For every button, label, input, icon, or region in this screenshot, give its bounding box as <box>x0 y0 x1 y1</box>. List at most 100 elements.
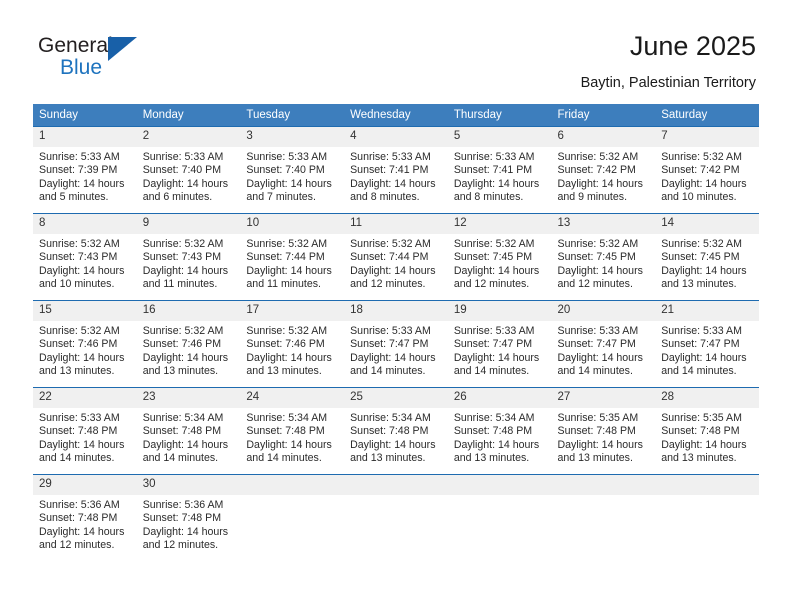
daylight-text-line2: and 13 minutes. <box>350 452 426 465</box>
day-details: Sunrise: 5:32 AM Sunset: 7:45 PM Daylight:… <box>552 234 656 292</box>
daylight-text-line1: Daylight: 14 hours <box>39 351 125 364</box>
sunrise-text: Sunrise: 5:33 AM <box>350 325 431 337</box>
daylight-text-line2: and 14 minutes. <box>142 452 219 465</box>
daylight-text-line2: and 13 minutes. <box>661 452 737 465</box>
weekday-header-row: Sunday Monday Tuesday Wednesday Thursday… <box>33 104 759 127</box>
day-details: Sunrise: 5:33 AM Sunset: 7:39 PM Daylight:… <box>33 147 137 205</box>
day-cell-inner: 12 Sunrise: 5:32 AM Sunset: 7:45 PM Dayligh… <box>447 214 552 300</box>
day-number: 18 <box>344 301 448 321</box>
calendar-day-cell[interactable]: 10 Sunrise: 5:32 AM Sunset: 7:44 PM Dayligh… <box>240 213 345 301</box>
calendar-day-cell[interactable]: 20 Sunrise: 5:33 AM Sunset: 7:47 PM Dayligh… <box>551 300 656 388</box>
daylight-text-line1: Daylight: 14 hours <box>39 525 125 538</box>
calendar-day-cell[interactable] <box>551 474 656 559</box>
calendar-day-cell[interactable]: 16 Sunrise: 5:32 AM Sunset: 7:46 PM Dayligh… <box>136 300 241 388</box>
day-cell-inner: 23 Sunrise: 5:34 AM Sunset: 7:48 PM Dayligh… <box>136 388 241 474</box>
day-cell-inner: 21 Sunrise: 5:33 AM Sunset: 7:47 PM Dayligh… <box>655 301 759 387</box>
daylight-text-line1: Daylight: 14 hours <box>453 264 540 277</box>
calendar-day-cell[interactable]: 29 Sunrise: 5:36 AM Sunset: 7:48 PM Dayligh… <box>33 474 137 559</box>
day-number: 20 <box>551 301 656 321</box>
sunrise-text: Sunrise: 5:33 AM <box>661 325 742 337</box>
day-number: 8 <box>33 214 137 234</box>
sunrise-text: Sunrise: 5:34 AM <box>142 412 224 424</box>
calendar-day-cell[interactable]: 18 Sunrise: 5:33 AM Sunset: 7:47 PM Dayligh… <box>344 300 448 388</box>
calendar-day-cell[interactable]: 5 Sunrise: 5:33 AM Sunset: 7:41 PM Daylight… <box>447 126 552 214</box>
day-cell-inner <box>344 475 448 559</box>
daylight-text-line2: and 6 minutes. <box>142 191 213 204</box>
day-cell-inner: 25 Sunrise: 5:34 AM Sunset: 7:48 PM Dayligh… <box>344 388 448 474</box>
calendar-day-cell[interactable]: 24 Sunrise: 5:34 AM Sunset: 7:48 PM Dayligh… <box>240 387 345 475</box>
calendar-day-cell[interactable]: 30 Sunrise: 5:36 AM Sunset: 7:48 PM Dayligh… <box>136 474 241 559</box>
day-details: Sunrise: 5:32 AM Sunset: 7:42 PM Daylight:… <box>655 147 759 205</box>
day-cell-inner <box>655 475 759 559</box>
calendar-day-cell[interactable]: 15 Sunrise: 5:32 AM Sunset: 7:46 PM Dayligh… <box>33 300 137 388</box>
day-details: Sunrise: 5:32 AM Sunset: 7:44 PM Daylight:… <box>344 234 448 292</box>
calendar-day-cell[interactable] <box>240 474 345 559</box>
day-details: Sunrise: 5:33 AM Sunset: 7:41 PM Daylight:… <box>448 147 552 205</box>
calendar-day-cell[interactable]: 7 Sunrise: 5:32 AM Sunset: 7:42 PM Daylight… <box>655 126 759 214</box>
day-cell-inner: 15 Sunrise: 5:32 AM Sunset: 7:46 PM Dayligh… <box>33 301 137 387</box>
calendar-day-cell[interactable] <box>447 474 552 559</box>
day-number <box>655 475 759 495</box>
sunrise-text: Sunrise: 5:32 AM <box>557 151 639 163</box>
day-number: 21 <box>655 301 759 321</box>
sunrise-text: Sunrise: 5:35 AM <box>661 412 742 424</box>
calendar-day-cell[interactable]: 4 Sunrise: 5:33 AM Sunset: 7:41 PM Daylight… <box>344 126 448 214</box>
sunset-text: Sunset: 7:48 PM <box>39 512 118 525</box>
daylight-text-line2: and 14 minutes. <box>39 452 115 465</box>
day-number: 9 <box>136 214 241 234</box>
calendar-day-cell[interactable]: 23 Sunrise: 5:34 AM Sunset: 7:48 PM Dayligh… <box>136 387 241 475</box>
sunset-text: Sunset: 7:41 PM <box>453 164 533 177</box>
weekday-header-friday: Friday <box>551 104 656 127</box>
calendar-table: Sunday Monday Tuesday Wednesday Thursday… <box>33 104 759 559</box>
calendar-day-cell[interactable]: 11 Sunrise: 5:32 AM Sunset: 7:44 PM Dayligh… <box>344 213 448 301</box>
calendar-day-cell[interactable]: 6 Sunrise: 5:32 AM Sunset: 7:42 PM Daylight… <box>551 126 656 214</box>
sunrise-text: Sunrise: 5:33 AM <box>39 412 120 424</box>
day-cell-inner: 28 Sunrise: 5:35 AM Sunset: 7:48 PM Dayligh… <box>655 388 759 474</box>
general-blue-logo[interactable]: General Blue <box>38 34 148 84</box>
calendar-day-cell[interactable]: 27 Sunrise: 5:35 AM Sunset: 7:48 PM Dayligh… <box>551 387 656 475</box>
daylight-text-line1: Daylight: 14 hours <box>142 525 229 538</box>
sunrise-text: Sunrise: 5:36 AM <box>39 499 120 511</box>
sunrise-text: Sunrise: 5:33 AM <box>557 325 639 337</box>
calendar-day-cell[interactable]: 21 Sunrise: 5:33 AM Sunset: 7:47 PM Dayligh… <box>655 300 759 388</box>
calendar-day-cell[interactable]: 12 Sunrise: 5:32 AM Sunset: 7:45 PM Dayligh… <box>447 213 552 301</box>
calendar-day-cell[interactable]: 28 Sunrise: 5:35 AM Sunset: 7:48 PM Dayligh… <box>655 387 759 475</box>
daylight-text-line1: Daylight: 14 hours <box>246 438 332 451</box>
day-number: 5 <box>447 127 552 147</box>
day-details: Sunrise: 5:34 AM Sunset: 7:48 PM Daylight:… <box>137 408 241 466</box>
calendar-day-cell[interactable]: 19 Sunrise: 5:33 AM Sunset: 7:47 PM Dayligh… <box>447 300 552 388</box>
sunset-text: Sunset: 7:45 PM <box>557 251 636 264</box>
daylight-text-line1: Daylight: 14 hours <box>350 177 436 190</box>
day-number: 19 <box>447 301 552 321</box>
logo-text-general: General <box>38 34 113 57</box>
calendar-day-cell[interactable]: 26 Sunrise: 5:34 AM Sunset: 7:48 PM Dayligh… <box>447 387 552 475</box>
daylight-text-line1: Daylight: 14 hours <box>661 264 747 277</box>
calendar-day-cell[interactable]: 14 Sunrise: 5:32 AM Sunset: 7:45 PM Dayligh… <box>655 213 759 301</box>
calendar-day-cell[interactable]: 1 Sunrise: 5:33 AM Sunset: 7:39 PM Daylight… <box>33 126 137 214</box>
calendar-day-cell[interactable]: 22 Sunrise: 5:33 AM Sunset: 7:48 PM Dayligh… <box>33 387 137 475</box>
calendar-day-cell[interactable]: 3 Sunrise: 5:33 AM Sunset: 7:40 PM Daylight… <box>240 126 345 214</box>
calendar-day-cell[interactable]: 13 Sunrise: 5:32 AM Sunset: 7:45 PM Dayligh… <box>551 213 656 301</box>
daylight-text-line1: Daylight: 14 hours <box>453 351 540 364</box>
daylight-text-line2: and 12 minutes. <box>39 539 115 552</box>
day-number: 27 <box>551 388 656 408</box>
day-details: Sunrise: 5:34 AM Sunset: 7:48 PM Daylight:… <box>344 408 448 466</box>
day-cell-inner: 5 Sunrise: 5:33 AM Sunset: 7:41 PM Daylight… <box>447 127 552 213</box>
calendar-day-cell[interactable] <box>344 474 448 559</box>
daylight-text-line2: and 11 minutes. <box>246 278 322 291</box>
day-details: Sunrise: 5:33 AM Sunset: 7:40 PM Daylight:… <box>137 147 241 205</box>
sunset-text: Sunset: 7:47 PM <box>557 338 636 351</box>
calendar-day-cell[interactable] <box>655 474 759 559</box>
calendar-day-cell[interactable]: 9 Sunrise: 5:32 AM Sunset: 7:43 PM Daylight… <box>136 213 241 301</box>
calendar-day-cell[interactable]: 2 Sunrise: 5:33 AM Sunset: 7:40 PM Daylight… <box>136 126 241 214</box>
day-details: Sunrise: 5:32 AM Sunset: 7:46 PM Daylight:… <box>137 321 241 379</box>
weekday-header-thursday: Thursday <box>447 104 552 127</box>
calendar-day-cell[interactable]: 17 Sunrise: 5:32 AM Sunset: 7:46 PM Dayligh… <box>240 300 345 388</box>
calendar-day-cell[interactable]: 8 Sunrise: 5:32 AM Sunset: 7:43 PM Daylight… <box>33 213 137 301</box>
sunrise-text: Sunrise: 5:32 AM <box>453 238 535 250</box>
page-title: June 2025 <box>629 31 756 61</box>
day-number: 26 <box>447 388 552 408</box>
day-cell-inner: 10 Sunrise: 5:32 AM Sunset: 7:44 PM Dayligh… <box>240 214 345 300</box>
daylight-text-line1: Daylight: 14 hours <box>557 264 643 277</box>
calendar-day-cell[interactable]: 25 Sunrise: 5:34 AM Sunset: 7:48 PM Dayligh… <box>344 387 448 475</box>
